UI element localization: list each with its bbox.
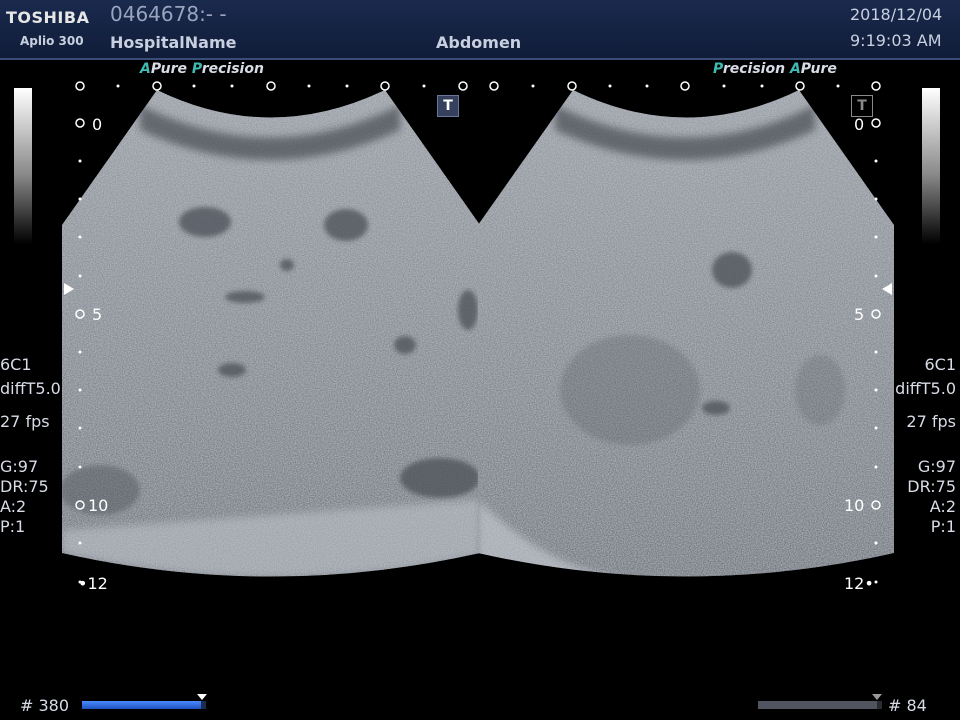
right-precision-label: Precision APure	[713, 61, 837, 77]
right-probe: 6C1	[924, 355, 956, 374]
left-depth-0: 0	[92, 115, 103, 134]
right-grayscale-bar	[922, 88, 940, 244]
right-fps: 27 fps	[906, 412, 956, 431]
left-precision-label: APure Precision	[140, 61, 264, 77]
exam-time: 9:19:03 AM	[850, 31, 942, 50]
left-depth-10: 10	[88, 496, 109, 515]
left-mode: diffT5.0	[0, 379, 61, 398]
right-depth-10: 10	[844, 496, 865, 515]
right-top-scale	[489, 81, 881, 91]
right-mode: diffT5.0	[895, 379, 956, 398]
right-ultrasound-image[interactable]	[476, 88, 896, 608]
left-dr: DR:75	[0, 477, 49, 496]
right-gain: G:97	[917, 457, 956, 476]
right-depth-0: 0	[854, 115, 865, 134]
left-ultrasound-image[interactable]	[60, 88, 482, 608]
patient-id: 0464678:- -	[110, 2, 227, 26]
brand-logo: TOSHIBA	[6, 8, 90, 27]
left-t-button[interactable]: T	[437, 95, 459, 117]
left-gain: G:97	[0, 457, 39, 476]
left-top-scale	[75, 81, 468, 91]
left-frame-counter: # 380	[20, 696, 70, 715]
left-depth-5: 5	[92, 305, 103, 324]
model-name: Aplio 300	[20, 34, 84, 48]
exam-type: Abdomen	[436, 33, 522, 52]
hospital-name: HospitalName	[110, 33, 237, 52]
header-bar: TOSHIBA Aplio 300 0464678:- - HospitalNa…	[0, 0, 960, 60]
right-depth-5: 5	[854, 305, 865, 324]
right-depth-12: 12•	[844, 574, 874, 593]
exam-date: 2018/12/04	[850, 5, 943, 24]
left-top-ticks	[116, 84, 426, 88]
right-frame-counter: # 84	[888, 696, 927, 715]
right-cine-bar[interactable]	[758, 701, 882, 709]
left-cine-bar[interactable]	[82, 701, 206, 709]
right-a: A:2	[929, 497, 956, 516]
right-cine-progress	[758, 701, 878, 709]
left-cine-marker[interactable]	[197, 694, 207, 700]
left-cine-progress	[82, 701, 202, 709]
right-dr: DR:75	[907, 477, 956, 496]
right-top-ticks	[531, 84, 840, 88]
left-fps: 27 fps	[0, 412, 50, 431]
left-depth-12: •12	[78, 574, 108, 593]
ultrasound-images	[60, 81, 896, 608]
left-a: A:2	[0, 497, 27, 516]
left-p: P:1	[0, 517, 26, 536]
left-grayscale-bar	[14, 88, 32, 244]
left-probe: 6C1	[0, 355, 32, 374]
right-t-button[interactable]: T	[851, 95, 873, 117]
right-p: P:1	[930, 517, 956, 536]
right-cine-marker[interactable]	[872, 694, 882, 700]
